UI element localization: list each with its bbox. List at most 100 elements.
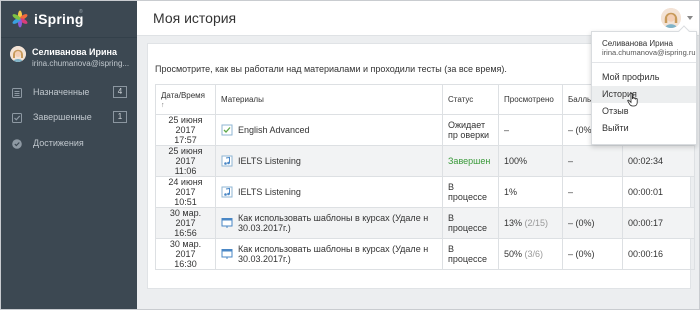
viewed-cell: 13% (2/15) (498, 207, 563, 239)
material-cell: English Advanced (215, 114, 443, 146)
menu-item-history[interactable]: История (592, 86, 696, 103)
chevron-down-icon[interactable] (687, 16, 693, 20)
presentation-icon (221, 218, 233, 228)
score-value: – (0%) (568, 218, 595, 228)
material-link[interactable]: IELTS Listening (238, 187, 301, 197)
user-email: irina.chumanova@ispring... (32, 59, 130, 68)
material-cell: Как использовать шаблоны в курсах (Удале… (215, 238, 443, 270)
status-text: В процессе (448, 213, 487, 233)
duration-value: 00:00:01 (628, 187, 664, 197)
viewed-value: – (504, 125, 510, 135)
duration-value: 00:02:34 (628, 156, 664, 166)
duration-cell: 00:00:17 (622, 207, 695, 239)
header-avatar[interactable] (661, 8, 681, 28)
viewed-cell: 100% (498, 145, 563, 177)
table-row[interactable]: 30 мар. 2017 16:56 Как использовать шабл… (155, 207, 695, 239)
avatar (10, 46, 26, 62)
viewed-detail: (2/15) (524, 218, 549, 228)
badge-icon (12, 139, 22, 149)
viewed-value: 100% (504, 156, 528, 166)
status-text: Ожидает пр оверки (448, 120, 490, 140)
viewed-cell: 1% (498, 176, 563, 208)
score-cell: – (562, 145, 623, 177)
time: 10:51 (174, 197, 197, 207)
material-link[interactable]: Как использовать шаблоны в курсах (Удале… (238, 244, 437, 264)
user-name: Селиванова Ирина (32, 47, 117, 57)
duration-cell: 00:02:34 (622, 145, 695, 177)
sidebar-item-label: Завершенные (33, 112, 92, 122)
duration-cell: 00:00:16 (622, 238, 695, 270)
sort-arrow-icon: ↑ (161, 101, 165, 109)
menu-item-logout[interactable]: Выйти (592, 120, 696, 137)
duration-cell: 00:00:01 (622, 176, 695, 208)
presentation-icon (221, 249, 233, 259)
logo-text: iSpring (34, 11, 84, 27)
viewed-value: 50% (504, 249, 523, 259)
audio-icon (221, 155, 233, 167)
ispring-logo-icon (12, 10, 28, 28)
column-header-label: Просмотрено (504, 95, 554, 104)
menu-item-feedback[interactable]: Отзыв (592, 103, 696, 120)
duration-value: 00:00:16 (628, 249, 664, 259)
column-header-label: Статус (448, 95, 474, 104)
intro-text: Просмотрите, как вы работали над материа… (155, 64, 507, 74)
sidebar-item-achievements[interactable]: Достижения (1, 132, 137, 156)
table-row[interactable]: 25 июня 2017 11:06 IELTS Listening Завер… (155, 145, 695, 177)
column-header-label: Баллы (568, 95, 593, 104)
viewed-cell: 50% (3/6) (498, 238, 563, 270)
column-header-date[interactable]: Дата/Время ↑ (155, 84, 216, 115)
date-cell: 30 мар. 2017 16:30 (155, 238, 216, 270)
audio-icon (221, 186, 233, 198)
column-header-materials[interactable]: Материалы (215, 84, 443, 115)
status-text: В процессе (448, 182, 487, 202)
status-cell: Ожидает пр оверки (442, 114, 499, 146)
user-menu: Селиванова Ирина irina.chumanova@ispring… (591, 25, 697, 145)
sidebar-item-completed[interactable]: Завершенные 1 (1, 106, 137, 130)
sidebar-item-assigned[interactable]: Назначенные 4 (1, 81, 137, 105)
time: 11:06 (174, 166, 197, 176)
status-cell: В процессе (442, 176, 499, 208)
column-header-viewed[interactable]: Просмотрено (498, 84, 563, 115)
status-cell: Завершен (442, 145, 499, 177)
material-link[interactable]: IELTS Listening (238, 156, 301, 166)
date-cell: 25 июня 2017 17:57 (155, 114, 216, 146)
score-cell: – (0%) (562, 238, 623, 270)
sidebar-user[interactable]: Селиванова Ирина irina.chumanova@ispring… (1, 38, 137, 76)
viewed-value: 13% (504, 218, 523, 228)
menu-user-name: Селиванова Ирина (602, 39, 673, 48)
score-cell: – (0%) (562, 207, 623, 239)
time: 16:56 (174, 228, 197, 238)
status-cell: В процессе (442, 207, 499, 239)
status-text: В процессе (448, 244, 487, 264)
date: 25 июня 2017 (168, 146, 203, 166)
column-header-label: Материалы (221, 95, 264, 104)
viewed-value: 1% (504, 187, 518, 197)
logo[interactable]: iSpring (11, 7, 84, 31)
score-value: – (568, 187, 574, 197)
hand-cursor-icon (627, 93, 638, 107)
status-text: Завершен (448, 156, 491, 166)
menu-item-profile[interactable]: Мой профиль (592, 69, 696, 86)
material-link[interactable]: Как использовать шаблоны в курсах (Удале… (238, 213, 437, 233)
app-window: iSpring ® Селиванова Ирина irina.chumano… (0, 0, 700, 310)
menu-user-email: irina.chumanova@ispring.ru (602, 48, 696, 57)
logo-registered-mark: ® (79, 9, 83, 15)
test-icon (221, 124, 233, 136)
column-header-label: Дата/Время (161, 90, 206, 100)
date-cell: 25 июня 2017 11:06 (155, 145, 216, 177)
duration-value: 00:00:17 (628, 218, 664, 228)
date-cell: 24 июня 2017 10:51 (155, 176, 216, 208)
date: 25 июня 2017 (168, 115, 203, 135)
count-badge: 4 (113, 86, 127, 98)
column-header-status[interactable]: Статус (442, 84, 499, 115)
material-link[interactable]: English Advanced (238, 125, 310, 135)
time: 16:30 (174, 259, 197, 269)
score-cell: – (562, 176, 623, 208)
score-value: – (0%) (568, 249, 595, 259)
table-row[interactable]: 24 июня 2017 10:51 IELTS Listening В про… (155, 176, 695, 208)
status-cell: В процессе (442, 238, 499, 270)
time: 17:57 (174, 135, 197, 145)
table-row[interactable]: 30 мар. 2017 16:30 Как использовать шабл… (155, 238, 695, 270)
material-cell: IELTS Listening (215, 176, 443, 208)
viewed-cell: – (498, 114, 563, 146)
